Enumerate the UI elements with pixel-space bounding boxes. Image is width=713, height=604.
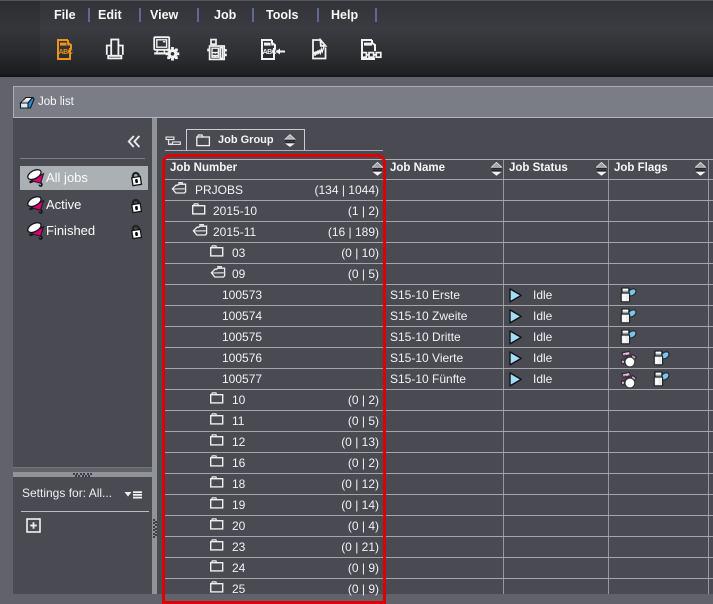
svg-text:ABC: ABC <box>263 49 277 56</box>
svg-text:ABC: ABC <box>59 49 73 56</box>
